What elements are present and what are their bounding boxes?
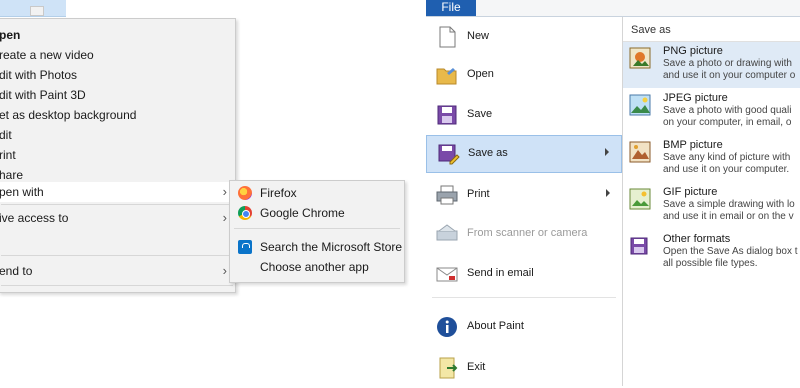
store-label: Search the Microsoft Store xyxy=(260,240,403,254)
ctx-item-edit[interactable]: dit xyxy=(0,125,235,145)
png-picture-icon xyxy=(629,47,651,69)
open-with-firefox[interactable]: Firefox xyxy=(230,183,404,203)
open-with-submenu: Firefox Google Chrome Search the Microso… xyxy=(229,180,405,283)
open-folder-icon xyxy=(436,68,457,85)
format-title: BMP picture xyxy=(663,139,723,151)
ctx-item-edit-photos[interactable]: dit with Photos xyxy=(0,65,235,85)
ctx-item-label: dit xyxy=(0,128,12,142)
command-label: New xyxy=(467,30,490,42)
about-paint-command[interactable]: About Paint xyxy=(426,309,622,347)
ctx-item-edit-paint3d[interactable]: dit with Paint 3D xyxy=(0,85,235,105)
ctx-item-open-with[interactable]: pen with › xyxy=(0,182,235,202)
ctx-item-send-to[interactable]: end to › xyxy=(0,261,235,281)
ctx-item-label: rint xyxy=(0,148,16,162)
ctx-item-label: reate a new video xyxy=(0,48,94,62)
format-title: GIF picture xyxy=(663,186,718,198)
ctx-item-give-access[interactable]: ive access to › xyxy=(0,208,235,228)
command-label: Print xyxy=(467,188,490,200)
ctx-item-label: pen xyxy=(0,28,21,42)
save-as-other-formats[interactable]: Other formats Open the Save As dialog bo… xyxy=(623,230,800,276)
printer-icon xyxy=(436,185,458,205)
print-command[interactable]: Print xyxy=(426,177,622,215)
open-command[interactable]: Open xyxy=(426,57,622,95)
command-label: Save as xyxy=(468,147,508,159)
ctx-item-label: dit with Photos xyxy=(0,68,78,82)
file-thumbnail-icon xyxy=(30,6,44,16)
submenu-arrow-icon xyxy=(606,189,610,197)
save-as-jpeg[interactable]: JPEG picture Save a photo with good qual… xyxy=(623,89,800,135)
ctx-item-label: ive access to xyxy=(0,211,69,225)
microsoft-store-icon xyxy=(238,240,252,254)
gif-picture-icon xyxy=(629,188,651,210)
menu-divider xyxy=(1,255,233,256)
scanner-command[interactable]: From scanner or camera xyxy=(426,216,622,254)
save-command[interactable]: Save xyxy=(426,97,622,135)
submenu-arrow-icon xyxy=(605,148,609,156)
file-command-list: New Open Save Save as Print From scanner… xyxy=(426,17,623,386)
ctx-item-set-background[interactable]: et as desktop background xyxy=(0,105,235,125)
save-as-panel: Save as PNG picture Save a photo or draw… xyxy=(623,17,800,386)
save-disk-icon xyxy=(437,105,457,125)
exit-command[interactable]: Exit xyxy=(426,350,622,388)
format-title: Other formats xyxy=(663,233,731,245)
format-description: Save a photo with good quali on your com… xyxy=(663,105,792,128)
choose-another-app[interactable]: Choose another app xyxy=(230,257,404,277)
new-command[interactable]: New xyxy=(426,19,622,57)
menu-divider xyxy=(432,297,616,298)
ctx-item-label: end to xyxy=(0,264,33,278)
format-description: Open the Save As dialog box t all possib… xyxy=(663,246,798,269)
info-icon xyxy=(437,317,457,337)
open-with-chrome[interactable]: Google Chrome xyxy=(230,203,404,223)
app-label: Google Chrome xyxy=(260,206,345,220)
save-as-icon xyxy=(438,144,460,165)
ctx-item-label: pen with xyxy=(0,185,44,199)
context-menu: pen reate a new video dit with Photos di… xyxy=(0,18,236,293)
menu-divider xyxy=(234,228,400,229)
ctx-item-create-video[interactable]: reate a new video xyxy=(0,45,235,65)
format-description: Save any kind of picture with and use it… xyxy=(663,152,791,175)
command-label: About Paint xyxy=(467,320,524,332)
command-label: Save xyxy=(467,108,493,120)
jpeg-picture-icon xyxy=(629,94,651,116)
ctx-item-open[interactable]: pen xyxy=(0,25,235,45)
file-tab[interactable]: File xyxy=(426,0,476,16)
menu-divider xyxy=(1,204,233,205)
chrome-icon xyxy=(238,206,252,220)
chevron-right-icon: › xyxy=(222,210,227,225)
send-email-command[interactable]: Send in email xyxy=(426,256,622,294)
chevron-right-icon: › xyxy=(222,263,227,278)
format-title: PNG picture xyxy=(663,45,723,57)
save-as-bmp[interactable]: BMP picture Save any kind of picture wit… xyxy=(623,136,800,182)
format-title: JPEG picture xyxy=(663,92,728,104)
command-label: Exit xyxy=(467,361,486,373)
choose-label: Choose another app xyxy=(260,260,369,274)
menu-divider xyxy=(1,285,233,286)
ctx-item-label: dit with Paint 3D xyxy=(0,88,86,102)
command-label: Send in email xyxy=(467,267,534,279)
email-icon xyxy=(436,267,458,282)
scanner-icon xyxy=(436,224,458,241)
new-file-icon xyxy=(439,26,456,48)
save-as-png[interactable]: PNG picture Save a photo or drawing with… xyxy=(623,42,800,88)
ctx-item-print[interactable]: rint xyxy=(0,145,235,165)
command-label: From scanner or camera xyxy=(467,227,588,239)
exit-icon xyxy=(439,357,458,379)
command-label: Open xyxy=(467,68,494,80)
ctx-item-label: et as desktop background xyxy=(0,108,137,122)
format-description: Save a photo or drawing with and use it … xyxy=(663,58,796,81)
chevron-right-icon: › xyxy=(222,184,227,199)
search-microsoft-store[interactable]: Search the Microsoft Store xyxy=(230,237,404,257)
save-as-gif[interactable]: GIF picture Save a simple drawing with l… xyxy=(623,183,800,229)
other-formats-icon xyxy=(630,237,648,255)
app-label: Firefox xyxy=(260,186,297,200)
selected-file-thumbnail[interactable] xyxy=(0,0,66,17)
firefox-icon xyxy=(238,186,252,200)
save-as-command[interactable]: Save as xyxy=(426,135,622,173)
bmp-picture-icon xyxy=(629,141,651,163)
format-description: Save a simple drawing with lo and use it… xyxy=(663,199,795,222)
save-as-heading: Save as xyxy=(631,24,671,36)
paint-file-menu-window: File New Open Save Save as Print From sc… xyxy=(426,0,800,386)
